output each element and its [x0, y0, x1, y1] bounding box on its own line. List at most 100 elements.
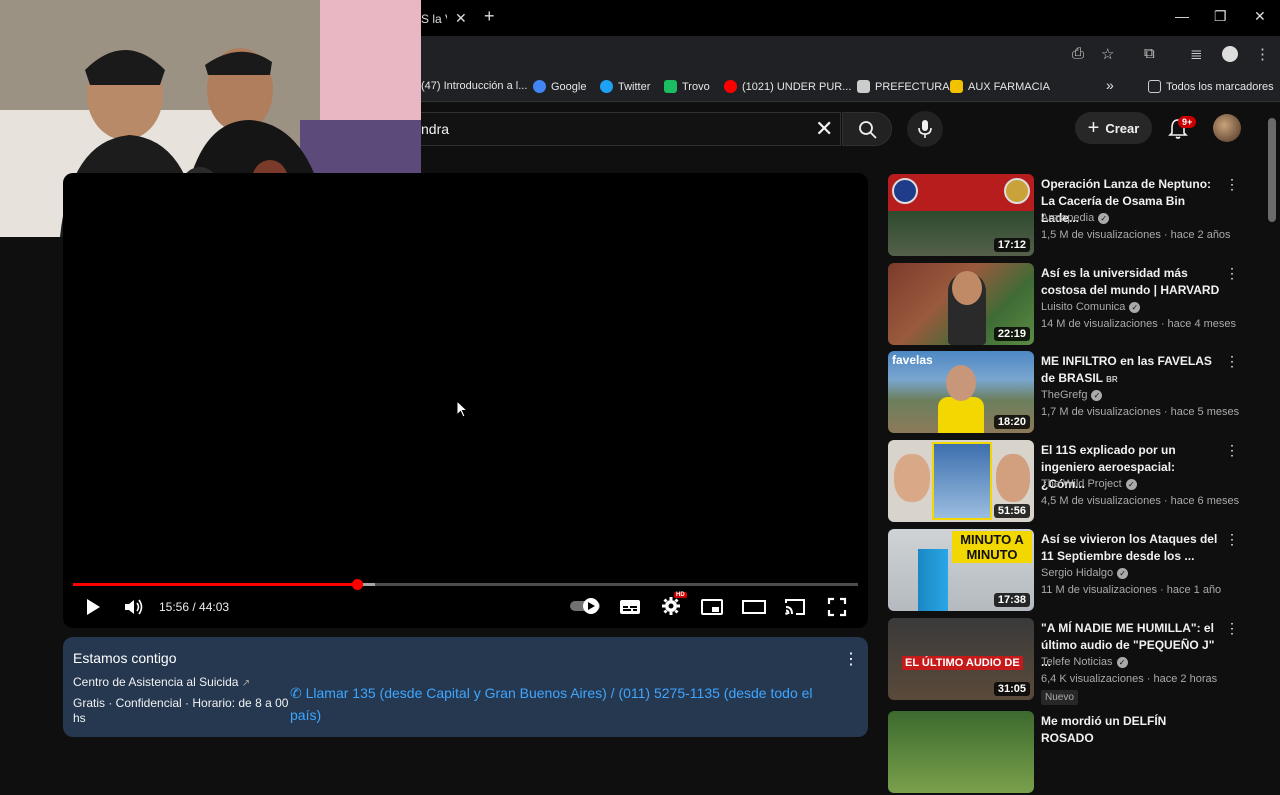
all-bookmarks-label: Todos los marcadores: [1166, 80, 1274, 93]
channel-name[interactable]: Luisito Comunica ✓: [1041, 301, 1141, 313]
avatar[interactable]: [1213, 114, 1241, 142]
crisis-info-panel: Estamos contigo Centro de Asistencia al …: [63, 637, 868, 737]
info-panel-org-link[interactable]: Centro de Asistencia al Suicida ↗: [73, 675, 250, 689]
more-options-icon[interactable]: ⋮: [1225, 353, 1239, 370]
new-tab-icon[interactable]: +: [484, 6, 495, 27]
restore-icon[interactable]: ❐: [1214, 8, 1227, 25]
create-button[interactable]: + Crear: [1075, 112, 1152, 144]
install-app-icon[interactable]: ⎙: [1072, 45, 1084, 62]
extensions-icon[interactable]: ⧉: [1144, 45, 1155, 62]
media-control-icon[interactable]: ≣: [1190, 45, 1203, 63]
channel-name[interactable]: Armapedia ✓: [1041, 212, 1110, 224]
miniplayer-button[interactable]: [701, 598, 723, 621]
video-duration: 31:05: [993, 682, 1030, 696]
theater-mode-button[interactable]: [742, 598, 766, 621]
video-thumbnail[interactable]: 17:12: [888, 174, 1034, 256]
search-clear-icon[interactable]: ✕: [815, 116, 833, 142]
more-options-icon[interactable]: ⋮: [1225, 620, 1239, 637]
more-options-icon[interactable]: ⋮: [1225, 176, 1239, 193]
search-button[interactable]: [842, 112, 892, 146]
info-panel-phone-link[interactable]: ✆ Llamar 135 (desde Capital y Gran Bueno…: [290, 682, 830, 726]
thumb-emblem-icon: [892, 178, 918, 204]
video-thumbnail[interactable]: MINUTO A MINUTO 17:38: [888, 529, 1034, 611]
volume-button[interactable]: [123, 597, 145, 622]
channel-name[interactable]: The Wild Project ✓: [1041, 478, 1137, 490]
bookmarks-overflow-button[interactable]: »: [1106, 77, 1114, 93]
fullscreen-button[interactable]: [827, 597, 847, 622]
autoplay-toggle[interactable]: [569, 597, 601, 620]
thumb-towers-image: [918, 549, 948, 611]
browser-menu-icon[interactable]: ⋮: [1255, 45, 1270, 63]
bookmark-item[interactable]: AUX FARMACIA: [950, 80, 1050, 93]
bookmark-item[interactable]: (47) Introducción a l...: [421, 80, 527, 92]
search-input-value: ndra: [421, 121, 450, 137]
subtitles-button[interactable]: [619, 598, 641, 621]
tab-close-icon[interactable]: ✕: [455, 10, 467, 27]
window-close-icon[interactable]: ✕: [1254, 8, 1266, 25]
verified-icon: ✓: [1117, 567, 1129, 579]
channel-label: Telefe Noticias: [1041, 656, 1113, 668]
video-thumbnail[interactable]: favelas 18:20: [888, 351, 1034, 433]
verified-icon: ✓: [1098, 212, 1110, 224]
verified-icon: ✓: [1116, 656, 1128, 668]
more-options-icon[interactable]: ⋮: [1225, 531, 1239, 548]
settings-button[interactable]: HD: [661, 592, 687, 621]
thumb-caption: favelas: [892, 353, 933, 367]
video-thumbnail[interactable]: [888, 711, 1034, 793]
progress-bar[interactable]: [73, 579, 858, 590]
video-title[interactable]: Así es la universidad más costosa del mu…: [1041, 265, 1221, 299]
more-options-icon[interactable]: ⋮: [843, 649, 859, 669]
verified-icon: ✓: [1125, 478, 1137, 490]
video-title[interactable]: ME INFILTRO en las FAVELAS de BRASIL BR: [1041, 353, 1221, 388]
hd-badge: HD: [674, 592, 687, 598]
channel-name[interactable]: TheGrefg ✓: [1041, 389, 1103, 401]
bookmark-item[interactable]: Trovo: [664, 80, 710, 93]
thumb-caption: MINUTO A MINUTO: [952, 531, 1032, 563]
voice-search-button[interactable]: [907, 111, 943, 147]
channel-label: Luisito Comunica: [1041, 301, 1126, 313]
microphone-icon: [918, 120, 932, 138]
bookmark-label: Google: [551, 80, 587, 93]
channel-name[interactable]: Telefe Noticias ✓: [1041, 656, 1128, 668]
recommendation-item[interactable]: 51:56 El 11S explicado por un ingeniero …: [888, 440, 1248, 524]
recommendation-item[interactable]: Me mordió un DELFÍN ROSADO: [888, 711, 1248, 795]
browser-tab[interactable]: S la V ✕: [421, 4, 477, 36]
plus-icon: +: [1087, 116, 1100, 139]
external-link-icon: ↗: [241, 678, 251, 689]
more-options-icon[interactable]: ⋮: [1225, 442, 1239, 459]
fullscreen-icon: [827, 597, 847, 617]
bookmark-label: PREFECTURA: [875, 80, 950, 93]
mouse-cursor-icon: [456, 400, 468, 418]
recommendation-item[interactable]: favelas 18:20 ME INFILTRO en las FAVELAS…: [888, 351, 1248, 435]
cast-icon: [785, 599, 805, 615]
recommendation-item[interactable]: 22:19 Así es la universidad más costosa …: [888, 263, 1248, 347]
gear-icon: [662, 597, 680, 615]
recommendation-item[interactable]: MINUTO A MINUTO 17:38 Así se vivieron lo…: [888, 529, 1248, 613]
play-button[interactable]: [84, 597, 102, 622]
video-thumbnail[interactable]: 22:19: [888, 263, 1034, 345]
video-thumbnail[interactable]: EL ÚLTIMO AUDIO DE 31:05: [888, 618, 1034, 700]
channel-label: Sergio Hidalgo: [1041, 567, 1114, 579]
more-options-icon[interactable]: ⋮: [1225, 265, 1239, 282]
recommendation-item[interactable]: EL ÚLTIMO AUDIO DE 31:05 "A MÍ NADIE ME …: [888, 618, 1248, 705]
channel-name[interactable]: Sergio Hidalgo ✓: [1041, 567, 1129, 579]
bookmark-item[interactable]: Twitter: [600, 80, 650, 93]
bookmark-star-icon[interactable]: ☆: [1101, 45, 1114, 63]
cast-button[interactable]: [784, 598, 806, 621]
scrubber-handle[interactable]: [352, 579, 364, 590]
page-scrollbar[interactable]: [1268, 118, 1276, 222]
profile-icon[interactable]: [1222, 46, 1238, 62]
minimize-icon[interactable]: —: [1175, 8, 1189, 24]
bookmark-item[interactable]: (1021) UNDER PUR...: [724, 80, 851, 93]
video-title[interactable]: Así se vivieron los Ataques del 11 Septi…: [1041, 531, 1221, 565]
search-input[interactable]: [421, 112, 841, 146]
time-display: 15:56 / 44:03: [159, 600, 230, 614]
thumb-face: [894, 454, 930, 502]
bookmark-item[interactable]: PREFECTURA: [857, 80, 950, 93]
bookmark-item[interactable]: Google: [533, 80, 586, 93]
miniplayer-icon: [701, 599, 723, 615]
video-title[interactable]: Me mordió un DELFÍN ROSADO: [1041, 713, 1221, 747]
all-bookmarks-button[interactable]: Todos los marcadores: [1148, 80, 1274, 93]
video-thumbnail[interactable]: 51:56: [888, 440, 1034, 522]
recommendation-item[interactable]: 17:12 Operación Lanza de Neptuno: La Cac…: [888, 174, 1248, 258]
